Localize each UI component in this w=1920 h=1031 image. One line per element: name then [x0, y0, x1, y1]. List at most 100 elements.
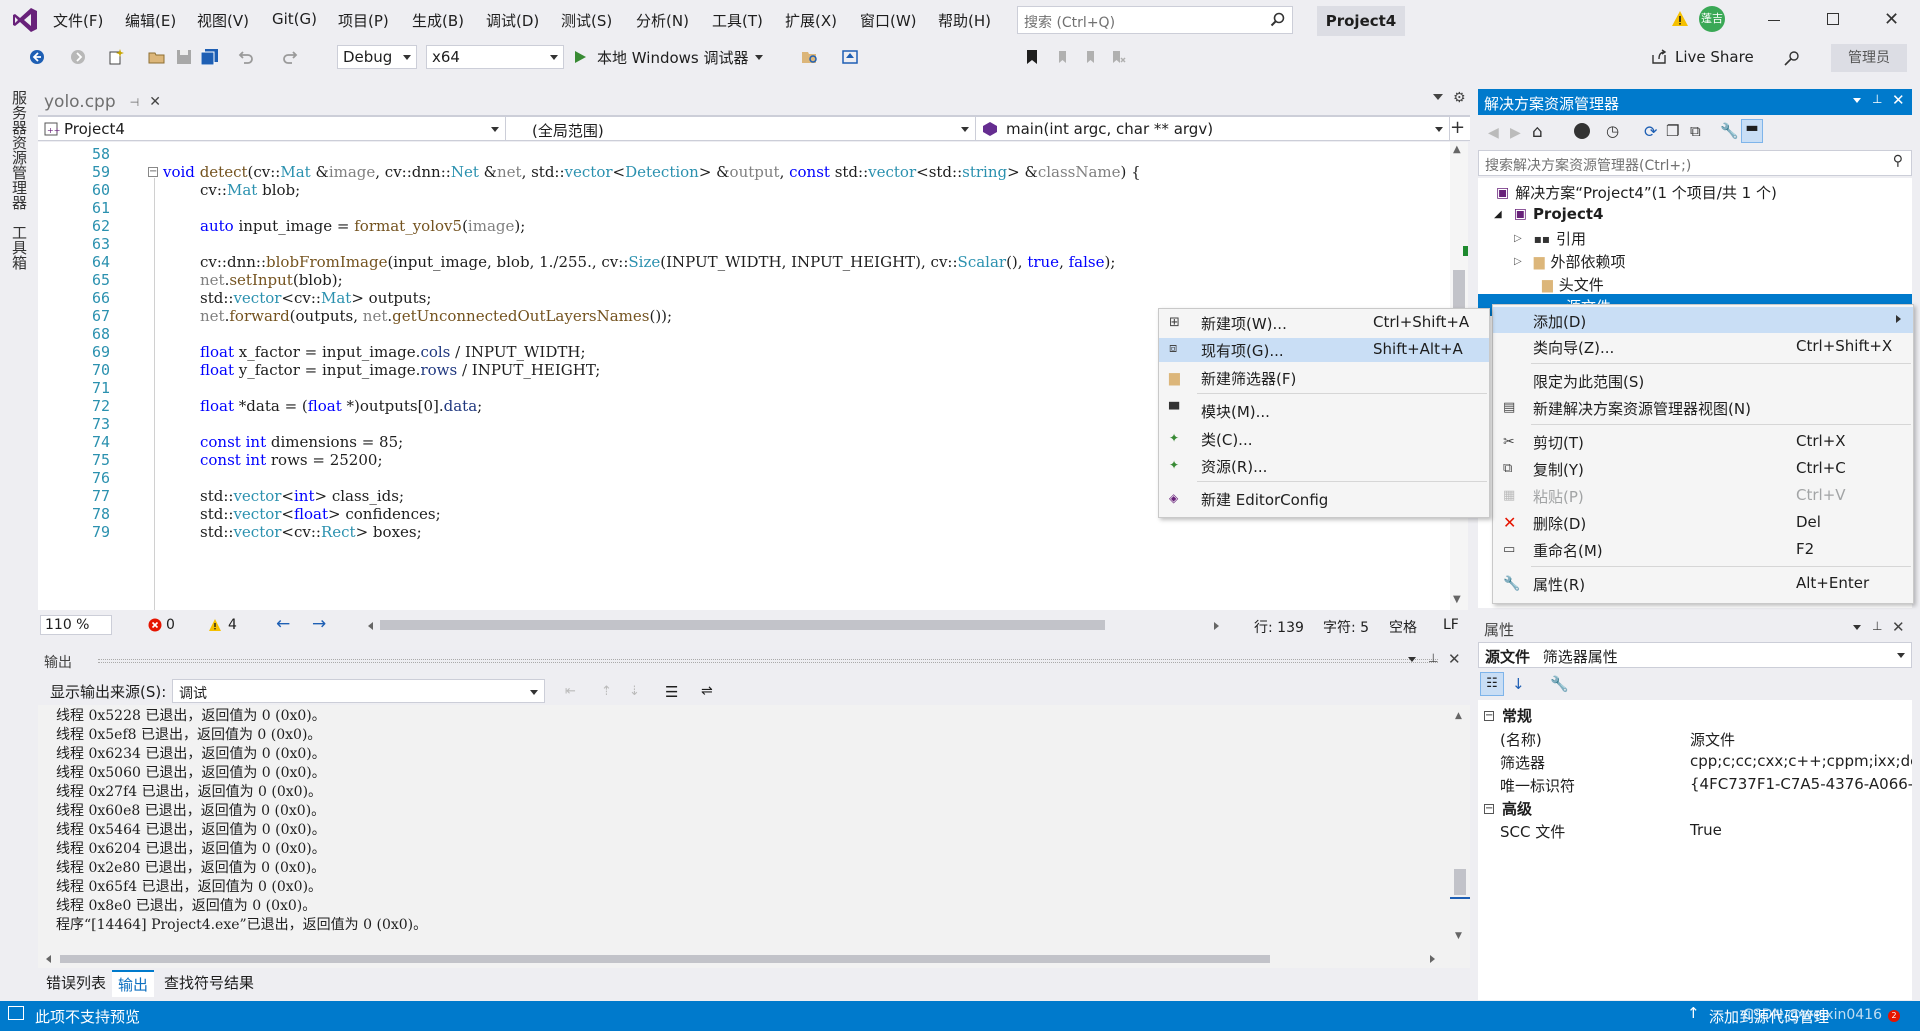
hscroll-right-icon[interactable]: [1214, 622, 1219, 630]
collapse-icon[interactable]: −: [148, 167, 158, 177]
scroll-up-icon[interactable]: ▲: [1453, 144, 1461, 155]
nav-back-arrow-icon[interactable]: ←: [276, 614, 290, 634]
output-hscroll-left-icon[interactable]: [46, 955, 51, 963]
menu-file[interactable]: 文件(F): [53, 10, 103, 31]
output-scroll-down-icon[interactable]: ▼: [1455, 931, 1462, 941]
wrench-icon[interactable]: 🔧: [1720, 122, 1739, 140]
menu-extensions[interactable]: 扩展(X): [785, 10, 837, 31]
new-project-icon[interactable]: [108, 49, 124, 65]
minimize-icon[interactable]: [1768, 20, 1780, 21]
output-text-area[interactable]: 线程 0x5228 已退出，返回值为 0 (0x0)。 线程 0x5ef8 已退…: [38, 705, 1470, 950]
menu-item-paste[interactable]: ▦ 粘贴(P) Ctrl+V: [1493, 486, 1913, 508]
menu-item-add[interactable]: 添加(D): [1493, 307, 1913, 333]
menu-item-cut[interactable]: ✂ 剪切(T) Ctrl+X: [1493, 432, 1913, 454]
collapse-box-icon[interactable]: −: [1484, 710, 1494, 721]
menu-item-rename[interactable]: ▭ 重命名(M) F2: [1493, 540, 1913, 562]
se-pin-icon[interactable]: ⊥: [1872, 92, 1882, 106]
output-pin-icon[interactable]: ⊥: [1428, 651, 1438, 665]
prop-value[interactable]: cpp;c;cc;cxx;c++;cppm;ixx;def: [1690, 752, 1912, 770]
tab-find-symbol[interactable]: 查找符号结果: [158, 970, 260, 995]
nav-scope-select[interactable]: (全局范围): [506, 117, 976, 141]
toolbox-tab[interactable]: 工具箱: [9, 225, 30, 270]
menu-tools[interactable]: 工具(T): [712, 10, 763, 31]
menu-item-new-explorer-view[interactable]: ▤ 新建解决方案资源管理器视图(N): [1493, 398, 1913, 420]
menu-help[interactable]: 帮助(H): [938, 10, 991, 31]
find-in-files-icon[interactable]: [801, 49, 817, 65]
navigate-icon[interactable]: [842, 49, 858, 65]
props-category-advanced[interactable]: − 高级: [1484, 798, 1532, 819]
output-scroll-up-icon[interactable]: ▲: [1455, 711, 1462, 721]
forward-icon[interactable]: [70, 49, 86, 65]
warning-icon[interactable]: [1671, 10, 1689, 28]
scroll-down-icon[interactable]: ▼: [1453, 594, 1461, 605]
collapsed-icon[interactable]: ▷: [1514, 256, 1522, 267]
bookmark-icon[interactable]: [1025, 49, 1041, 65]
collapse-box-icon[interactable]: −: [1484, 803, 1494, 814]
eol-indicator[interactable]: LF: [1443, 617, 1459, 633]
up-arrow-icon[interactable]: ↑: [1687, 1004, 1700, 1022]
tab-error-list[interactable]: 错误列表: [40, 970, 112, 995]
open-folder-icon[interactable]: [148, 49, 165, 65]
save-all-icon[interactable]: [201, 49, 218, 65]
history-icon[interactable]: ◷: [1606, 122, 1619, 140]
menu-item-copy[interactable]: ⧉ 复制(Y) Ctrl+C: [1493, 459, 1913, 481]
split-icon[interactable]: +: [1450, 119, 1465, 137]
start-debug-button[interactable]: 本地 Windows 调试器: [573, 45, 763, 69]
output-hscroll-thumb[interactable]: [60, 955, 1270, 963]
sync-icon[interactable]: ⟳: [1644, 122, 1657, 141]
categorized-icon[interactable]: ☷: [1480, 672, 1504, 696]
scroll-thumb[interactable]: [1453, 270, 1465, 308]
server-explorer-tab[interactable]: 服务器资源管理器: [9, 90, 30, 210]
submenu-item-new-item[interactable]: ⊞ 新建项(W)... Ctrl+Shift+A: [1159, 313, 1489, 335]
prop-value[interactable]: True: [1690, 821, 1722, 839]
submenu-item-module[interactable]: ▀ 模块(M)...: [1159, 401, 1489, 423]
vs-logo-icon[interactable]: [12, 7, 38, 33]
clear-bookmarks-icon[interactable]: [1110, 49, 1126, 65]
editor-hscroll-thumb[interactable]: [380, 620, 1105, 630]
collapsed-icon[interactable]: ▷: [1514, 233, 1522, 244]
menu-project[interactable]: 项目(P): [338, 10, 389, 31]
pin-icon[interactable]: ⊣: [130, 96, 140, 109]
submenu-item-resource[interactable]: ✦ 资源(R)...: [1159, 456, 1489, 478]
se-close-icon[interactable]: ✕: [1892, 91, 1905, 109]
menu-build[interactable]: 生成(B): [412, 10, 464, 31]
nav-member-select[interactable]: main(int argc, char ** argv): [976, 117, 1450, 141]
warning-count[interactable]: 4: [208, 617, 237, 633]
back-icon[interactable]: [29, 49, 45, 65]
word-wrap-icon[interactable]: ⇌: [701, 683, 713, 699]
live-share-button[interactable]: Live Share: [1651, 48, 1754, 66]
hscroll-left-icon[interactable]: [368, 622, 373, 630]
tab-list-chevron-down-icon[interactable]: [1433, 94, 1443, 100]
props-category-general[interactable]: − 常规: [1484, 705, 1532, 726]
zoom-select[interactable]: 110 %: [40, 615, 112, 635]
tree-references[interactable]: ▷ ▪▪ 引用: [1514, 228, 1586, 249]
prop-value[interactable]: 源文件: [1690, 729, 1735, 750]
menu-item-properties[interactable]: 🔧 属性(R) Alt+Enter: [1493, 574, 1913, 596]
prev-message-icon[interactable]: ⇡: [601, 684, 612, 699]
tab-close-icon[interactable]: ✕: [149, 94, 161, 110]
output-scroll-thumb[interactable]: [1454, 869, 1466, 895]
config-select[interactable]: Debug: [337, 45, 417, 69]
submenu-item-existing-item[interactable]: ⧈ 现有项(G)... Shift+Alt+A: [1159, 338, 1489, 362]
props-menu-chevron-down-icon[interactable]: [1853, 625, 1861, 630]
menu-edit[interactable]: 编辑(E): [125, 10, 176, 31]
menu-git[interactable]: Git(G): [272, 10, 317, 28]
menu-item-scope-to-this[interactable]: 限定为此范围(S): [1493, 371, 1913, 393]
platform-select[interactable]: x64: [426, 45, 564, 69]
feedback-icon[interactable]: [1783, 49, 1799, 66]
clear-all-icon[interactable]: ☰: [665, 683, 678, 701]
props-close-icon[interactable]: ✕: [1892, 618, 1905, 636]
undo-icon[interactable]: [238, 49, 254, 65]
close-icon[interactable]: ✕: [1884, 9, 1899, 30]
gear-icon[interactable]: ⚙: [1453, 90, 1466, 106]
prev-bookmark-icon[interactable]: [1056, 49, 1072, 65]
tree-solution[interactable]: ▣ 解决方案“Project4”(1 个项目/共 1 个): [1496, 182, 1777, 203]
indent-indicator[interactable]: 空格: [1389, 617, 1417, 637]
menu-analyze[interactable]: 分析(N): [636, 10, 689, 31]
props-pin-icon[interactable]: ⊥: [1872, 619, 1882, 633]
document-tab[interactable]: yolo.cpp ⊣ ✕: [38, 89, 164, 115]
menu-debug[interactable]: 调试(D): [486, 10, 539, 31]
avatar[interactable]: 蓬吉: [1699, 6, 1725, 32]
git-icon[interactable]: [1574, 123, 1590, 139]
se-menu-chevron-down-icon[interactable]: [1853, 98, 1861, 103]
